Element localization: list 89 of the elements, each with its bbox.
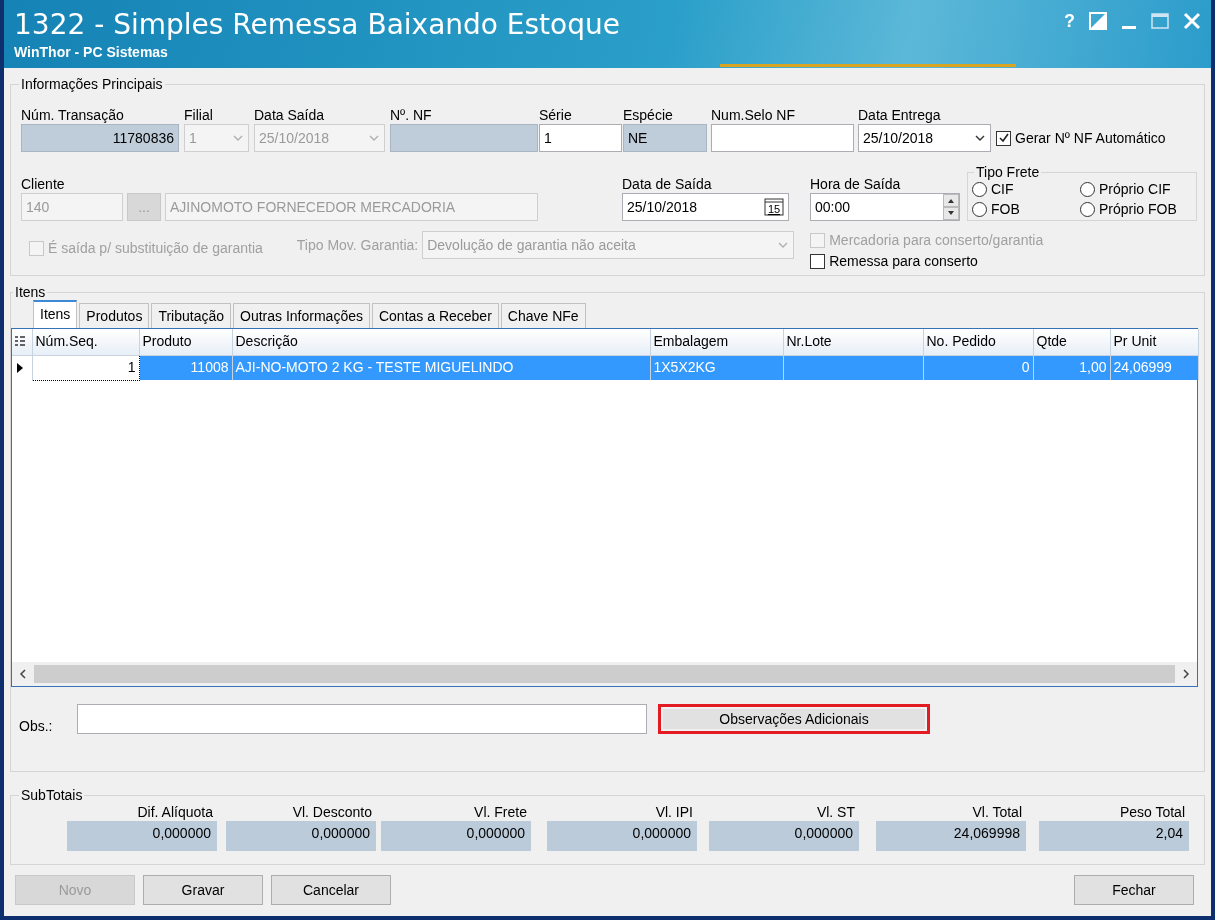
field-label: Espécie bbox=[623, 106, 674, 124]
table-cell: 24,06999 bbox=[1110, 355, 1198, 380]
field-label: Vl. IPI bbox=[654, 803, 694, 821]
field-label: Peso Total bbox=[1118, 803, 1186, 821]
horizontal-scrollbar[interactable] bbox=[12, 662, 1197, 686]
input-field[interactable]: 11780836 bbox=[21, 124, 179, 152]
group-title: SubTotais bbox=[20, 787, 84, 803]
column-header[interactable]: Produto bbox=[139, 329, 232, 355]
table-cell: 0 bbox=[923, 355, 1033, 380]
radio-label: FOB bbox=[991, 200, 1020, 218]
column-header[interactable]: Pr Unit bbox=[1110, 329, 1198, 355]
total-value: 0,000000 bbox=[547, 821, 697, 851]
total-value: 0,000000 bbox=[226, 821, 376, 851]
field-label: Data de Saída bbox=[622, 175, 713, 193]
input-field[interactable] bbox=[77, 704, 647, 734]
tab[interactable]: Itens bbox=[33, 300, 78, 328]
additional-notes-button[interactable]: Observações Adicionais bbox=[658, 704, 930, 734]
field-label: Vl. Desconto bbox=[291, 803, 373, 821]
total-value: 0,000000 bbox=[67, 821, 217, 851]
column-header[interactable]: Qtde bbox=[1033, 329, 1110, 355]
date-field[interactable]: 25/10/2018 15 bbox=[622, 193, 789, 221]
field-label: Cliente bbox=[21, 175, 66, 193]
field-label: Data Saída bbox=[254, 106, 326, 124]
field-label: Nº. NF bbox=[390, 106, 433, 124]
checkbox-label: Mercadoria para conserto/garantia bbox=[829, 231, 1044, 249]
field-label: Data Entrega bbox=[858, 106, 942, 124]
scroll-left-icon[interactable] bbox=[18, 668, 28, 680]
field-label: Núm. Transação bbox=[21, 106, 125, 124]
group-title: Itens bbox=[14, 284, 47, 300]
calendar-button[interactable]: 15 bbox=[764, 198, 784, 216]
tab[interactable]: Chave NFe bbox=[500, 303, 586, 328]
input-field[interactable]: 1 bbox=[539, 124, 622, 152]
field-label: Num.Selo NF bbox=[711, 106, 797, 124]
scroll-right-icon[interactable] bbox=[1181, 668, 1191, 680]
row-pointer-icon bbox=[16, 361, 24, 374]
app-name: WinThor - PC Sistemas bbox=[14, 43, 169, 62]
window-title: 1322 - Simples Remessa Baixando Estoque bbox=[14, 8, 620, 42]
field-label: Vl. Frete bbox=[473, 803, 528, 821]
group-title: Informações Principais bbox=[20, 76, 164, 92]
column-header[interactable]: Embalagem bbox=[650, 329, 783, 355]
radio-label: Próprio CIF bbox=[1099, 180, 1171, 198]
checkbox[interactable] bbox=[996, 130, 1011, 146]
total-value: 24,069998 bbox=[876, 821, 1026, 851]
field-label: Dif. Alíquota bbox=[136, 803, 214, 821]
column-header[interactable]: Descrição bbox=[232, 329, 650, 355]
column-header[interactable]: Nr.Lote bbox=[783, 329, 923, 355]
radio-button[interactable] bbox=[972, 181, 987, 197]
table-cell: 1 bbox=[32, 355, 139, 380]
tab[interactable]: Tributação bbox=[151, 303, 232, 328]
tab[interactable]: Contas a Receber bbox=[371, 303, 499, 328]
column-header[interactable]: Núm.Seq. bbox=[32, 329, 139, 355]
cancel-button[interactable]: Cancelar bbox=[271, 875, 391, 905]
total-value: 0,000000 bbox=[709, 821, 859, 851]
total-value: 2,04 bbox=[1039, 821, 1189, 851]
field-label: Série bbox=[539, 106, 573, 124]
table-cell: 11008 bbox=[139, 355, 232, 380]
dropdown[interactable]: 25/10/2018 bbox=[858, 124, 991, 152]
radio-label: Próprio FOB bbox=[1099, 200, 1177, 218]
close-icon[interactable] bbox=[1183, 12, 1201, 30]
time-field[interactable]: 00:00 bbox=[810, 193, 960, 221]
field-label: Vl. ST bbox=[815, 803, 856, 821]
checkbox-label: É saída p/ substituição de garantia bbox=[48, 239, 263, 257]
tab[interactable]: Outras Informações bbox=[233, 303, 370, 328]
column-chooser-icon[interactable] bbox=[14, 334, 26, 349]
spin-buttons-icon[interactable] bbox=[943, 194, 959, 220]
column-header[interactable]: No. Pedido bbox=[923, 329, 1033, 355]
checkbox-label: Remessa para conserto bbox=[829, 252, 978, 270]
close-button[interactable]: Fechar bbox=[1074, 875, 1194, 905]
field-label: Hora de Saída bbox=[810, 175, 902, 193]
checkbox[interactable] bbox=[810, 253, 826, 269]
input-field[interactable] bbox=[711, 124, 854, 152]
tab[interactable]: Produtos bbox=[79, 303, 150, 328]
radio-button[interactable] bbox=[972, 201, 987, 217]
radio-label: CIF bbox=[991, 180, 1014, 198]
table-cell: AJI-NO-MOTO 2 KG - TESTE MIGUELINDO bbox=[232, 355, 650, 380]
radio-button[interactable] bbox=[1080, 181, 1095, 197]
input-field[interactable] bbox=[390, 124, 538, 152]
field-label: Obs.: bbox=[19, 717, 54, 735]
checkbox-label: Gerar Nº NF Automático bbox=[1015, 129, 1166, 147]
field-label: Filial bbox=[184, 106, 214, 124]
group-title: Tipo Frete bbox=[975, 164, 1041, 180]
table-cell: 1X5X2KG bbox=[650, 355, 783, 380]
save-button[interactable]: Gravar bbox=[143, 875, 263, 905]
input-field[interactable]: NE bbox=[623, 124, 707, 152]
contrast-icon[interactable] bbox=[1089, 12, 1107, 30]
field-label: Tipo Mov. Garantia: bbox=[296, 236, 419, 254]
total-value: 0,000000 bbox=[381, 821, 531, 851]
field-label: Vl. Total bbox=[971, 803, 1023, 821]
radio-button[interactable] bbox=[1080, 201, 1095, 217]
